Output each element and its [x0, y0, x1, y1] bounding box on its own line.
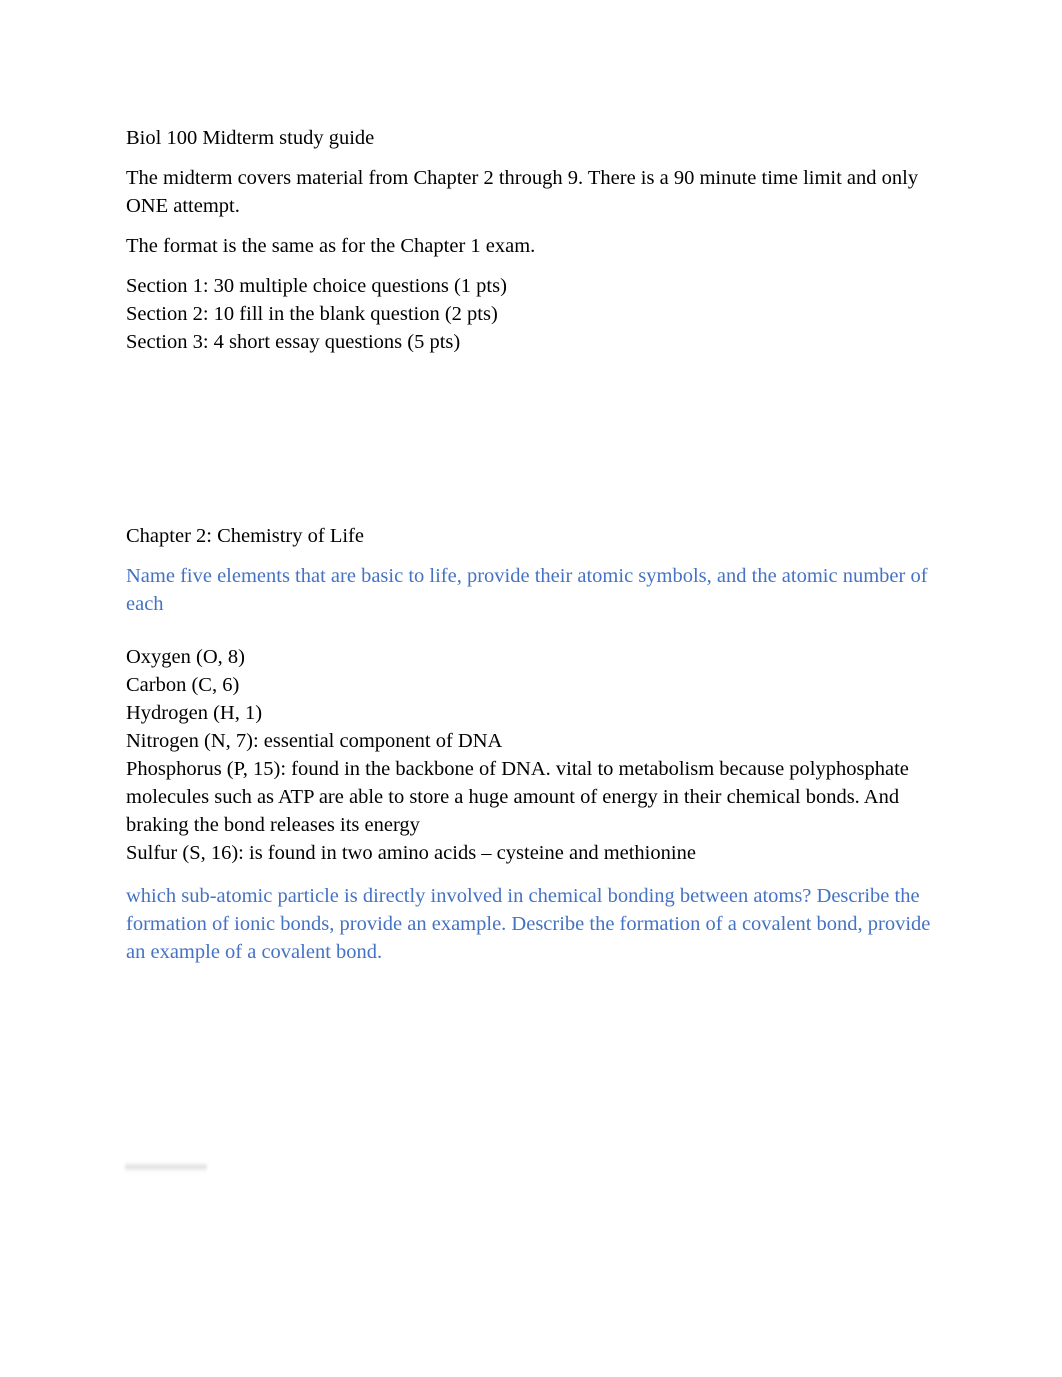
- page-scan-artifact: [125, 1162, 207, 1173]
- exam-sections-list: Section 1: 30 multiple choice questions …: [126, 272, 934, 356]
- study-question-one: Name five elements that are basic to lif…: [126, 565, 928, 615]
- element-line-carbon: Carbon (C, 6): [126, 674, 240, 696]
- spacer-before-elements: [126, 630, 934, 643]
- element-answer-list: Oxygen (O, 8) Carbon (C, 6) Hydrogen (H,…: [126, 643, 934, 867]
- document-title: Biol 100 Midterm study guide: [126, 127, 375, 149]
- format-note-paragraph: The format is the same as for the Chapte…: [126, 235, 536, 257]
- element-line-phosphorus: Phosphorus (P, 15): found in the backbon…: [126, 758, 909, 836]
- element-line-nitrogen: Nitrogen (N, 7): essential component of …: [126, 730, 503, 752]
- chapter-heading: Chapter 2: Chemistry of Life: [126, 525, 364, 547]
- document-body: Biol 100 Midterm study guide The midterm…: [126, 124, 934, 978]
- section-line-2: Section 2: 10 fill in the blank question…: [126, 303, 498, 325]
- blank-paragraph-gap: [126, 356, 934, 522]
- section-line-3: Section 3: 4 short essay questions (5 pt…: [126, 331, 461, 353]
- intro-paragraph: The midterm covers material from Chapter…: [126, 167, 919, 217]
- element-line-oxygen: Oxygen (O, 8): [126, 646, 245, 668]
- element-line-sulfur: Sulfur (S, 16): is found in two amino ac…: [126, 842, 696, 864]
- section-line-1: Section 1: 30 multiple choice questions …: [126, 275, 507, 297]
- document-page: Biol 100 Midterm study guide The midterm…: [0, 0, 1062, 1377]
- spacer-before-question-two: [126, 867, 934, 882]
- study-question-two: which sub-atomic particle is directly in…: [126, 885, 931, 963]
- element-line-hydrogen: Hydrogen (H, 1): [126, 702, 263, 724]
